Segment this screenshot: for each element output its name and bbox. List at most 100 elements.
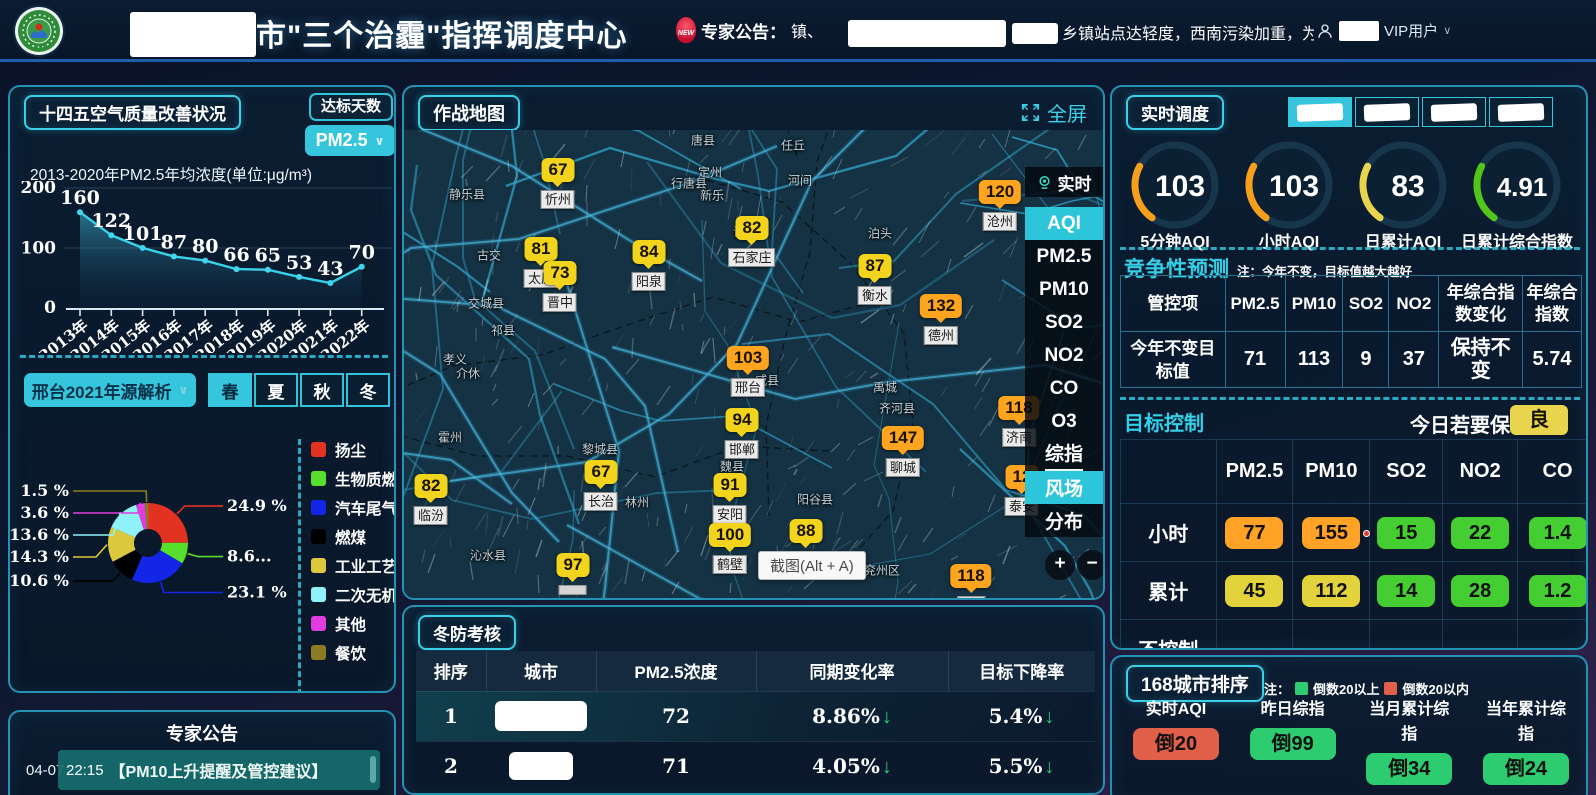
dispatch-tabs — [1288, 97, 1553, 127]
map-menu-SO2[interactable]: SO2 — [1025, 306, 1103, 339]
alert-dot-icon — [1363, 530, 1370, 537]
legend-item[interactable]: 其他 — [311, 609, 396, 638]
map-menu-风场[interactable]: 风场 — [1025, 471, 1103, 504]
legend-item[interactable]: 餐饮 — [311, 638, 396, 667]
legend-divider — [298, 439, 301, 693]
city-ranking-panel: 168城市排序 注： 倒数20以上倒数20以内 实时AQI倒20昨日综指倒99当… — [1110, 655, 1588, 795]
map-menu-label: NO2 — [1044, 345, 1083, 367]
air-quality-panel: 十四五空气质量改善状况 达标天数 PM2.5 ∨ 2013-2020年PM2.5… — [8, 85, 396, 693]
map-marker[interactable]: 91安阳 — [714, 473, 747, 497]
map-marker-value: 81 — [525, 237, 558, 261]
svg-text:65: 65 — [255, 245, 281, 267]
map-marker[interactable]: 82临汾 — [415, 474, 448, 498]
map-marker[interactable]: 82石家庄 — [736, 216, 769, 240]
legend-item[interactable]: 工业工艺 — [311, 551, 396, 580]
svg-text:ZHB: ZHB — [33, 44, 44, 50]
map-menu-综指[interactable]: 综指 — [1025, 438, 1103, 471]
target-row-label: 不控制 — [1121, 620, 1217, 651]
map-menu-CO[interactable]: CO — [1025, 372, 1103, 405]
season-tab-秋[interactable]: 秋 — [300, 373, 344, 407]
map-marker[interactable]: 97 — [557, 553, 590, 577]
svg-text:103: 103 — [1269, 170, 1319, 203]
map-marker[interactable]: 103邢台 — [727, 346, 769, 370]
map-marker[interactable]: 84阳泉 — [633, 240, 666, 264]
dash-divider — [1120, 397, 1580, 400]
map-canvas[interactable]: 唐县任丘定州河间静乐县行唐县新乐晋州辛集泊头古交交城县祁县孝义介休威县禹城霍州黎… — [404, 130, 1103, 598]
map-marker[interactable]: 67忻州 — [542, 158, 575, 182]
fullscreen-button[interactable]: 全屏 — [1021, 98, 1087, 127]
source-analysis-select[interactable]: 邢台2021年源解析 ∨ — [24, 373, 196, 407]
map-menu-分布[interactable]: 分布 — [1025, 504, 1103, 537]
dispatch-tab-1[interactable] — [1288, 97, 1352, 127]
legend-label: 二次无机源 — [335, 584, 396, 606]
ranking-item: 当年累计综指倒24 — [1470, 697, 1582, 785]
map-marker-city: 邯郸 — [725, 440, 759, 459]
map-marker[interactable]: 67长治 — [585, 460, 618, 484]
map-menu-PM10[interactable]: PM10 — [1025, 273, 1103, 306]
pollutant-select[interactable]: PM2.5 ∨ — [305, 125, 395, 156]
map-marker[interactable]: 73晋中 — [544, 261, 577, 285]
map-region-label: 齐河县 — [879, 400, 915, 417]
map-marker[interactable]: 132德州 — [920, 294, 962, 318]
map-marker-value: 87 — [859, 254, 892, 278]
map-marker[interactable]: 118 — [950, 564, 991, 588]
map-marker[interactable]: 81太原 — [525, 237, 558, 261]
announcement-entry[interactable]: 22:15 【PM10上升提醒及管控建议】 — [58, 750, 380, 790]
svg-text:0: 0 — [44, 298, 56, 318]
gauge-小时AQI: 103小时AQI — [1232, 137, 1346, 253]
map-menu-NO2[interactable]: NO2 — [1025, 339, 1103, 372]
gauge-日累计综合指数: 4.91日累计综合指数 — [1460, 137, 1574, 253]
user-menu[interactable]: VIP用户 ∨ — [1316, 20, 1451, 41]
expand-icon — [1021, 103, 1040, 122]
map-menu-label: PM10 — [1039, 279, 1089, 301]
winter-row[interactable]: 1728.86%↓5.4%↓ — [416, 691, 1095, 741]
value-badge: 15 — [1377, 517, 1435, 549]
map-marker-value: 73 — [544, 261, 577, 285]
map-title-box: 作战地图 — [418, 95, 520, 131]
legend-item[interactable]: 燃煤 — [311, 522, 396, 551]
season-tab-冬[interactable]: 冬 — [346, 373, 390, 407]
target-row: 累计4511214281.2 — [1121, 562, 1589, 620]
map-marker[interactable]: 100鹤壁 — [709, 523, 751, 547]
legend-item[interactable]: 生物质燃烧 — [311, 464, 396, 493]
map-marker-city: 聊城 — [886, 458, 920, 477]
scrollbar-thumb[interactable] — [370, 756, 376, 783]
dispatch-tab-3[interactable] — [1422, 97, 1486, 127]
realtime-dispatch-panel: 实时调度 1035分钟AQI103小时AQI83日累计AQI4.91日累计综合指… — [1110, 85, 1588, 650]
standard-days-button[interactable]: 达标天数 — [309, 93, 393, 121]
map-menu-AQI[interactable]: AQI — [1025, 207, 1103, 240]
map-region-label: 黎城县 — [582, 441, 618, 458]
map-menu-O3[interactable]: O3 — [1025, 405, 1103, 438]
prediction-col-header: 年综合指数 — [1523, 276, 1582, 332]
dispatch-tab-2[interactable] — [1355, 97, 1419, 127]
map-region-label: 新乐 — [700, 187, 724, 204]
map-menu-label: 分布 — [1045, 507, 1083, 534]
map-marker[interactable]: 147聊城 — [882, 426, 924, 450]
dashed-divider — [20, 355, 388, 358]
svg-text:23.1 %: 23.1 % — [227, 583, 287, 602]
map-marker[interactable]: 87衡水 — [859, 254, 892, 278]
season-tab-夏[interactable]: 夏 — [254, 373, 298, 407]
zoom-out-button[interactable]: − — [1077, 550, 1103, 580]
season-tab-春[interactable]: 春 — [208, 373, 252, 407]
legend-item[interactable]: 二次无机源 — [311, 580, 396, 609]
map-marker[interactable]: 88濮阳 — [790, 519, 823, 543]
map-menu-PM2.5[interactable]: PM2.5 — [1025, 240, 1103, 273]
zoom-in-button[interactable]: + — [1045, 550, 1075, 580]
map-menu-live[interactable]: 实时 — [1025, 167, 1103, 197]
map-region-label: 介休 — [456, 365, 480, 382]
ranking-item: 当月累计综指倒34 — [1353, 697, 1465, 785]
target-cell: 15 — [1370, 504, 1443, 562]
svg-text:66: 66 — [223, 244, 249, 266]
legend-swatch — [311, 558, 326, 573]
winter-row[interactable]: 2714.05%↓5.5%↓ — [416, 741, 1095, 791]
map-marker[interactable]: 120沧州 — [979, 180, 1021, 204]
legend-item[interactable]: 扬尘 — [311, 435, 396, 464]
map-region-label: 魏县 — [720, 458, 744, 475]
dispatch-tab-4[interactable] — [1489, 97, 1553, 127]
map-marker[interactable]: 94邯郸 — [726, 408, 759, 432]
legend-item[interactable]: 汽车尾气 — [311, 493, 396, 522]
ranking-items: 实时AQI倒20昨日综指倒99当月累计综指倒34当年累计综指倒24 — [1120, 697, 1582, 785]
panel-title: 十四五空气质量改善状况 — [39, 105, 226, 124]
value-badge — [1451, 648, 1509, 650]
